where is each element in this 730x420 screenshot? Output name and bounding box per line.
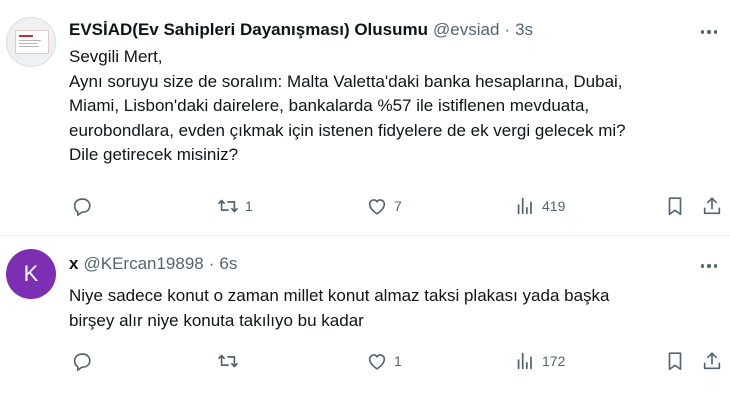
views-count: 172 — [542, 353, 566, 369]
share-icon — [703, 352, 721, 370]
bookmark-icon — [668, 197, 682, 216]
like-button[interactable]: 1 — [366, 349, 402, 373]
reply-button[interactable] — [71, 194, 99, 218]
tweet-header: x @KErcan19898 · 6s — [69, 254, 237, 276]
tweet[interactable]: x @KErcan19898 · 6s Niye sadece konut o … — [0, 237, 730, 420]
tweet-text-line: Sevgili Mert, — [69, 47, 163, 66]
avatar-letter: K — [23, 261, 39, 286]
tweet-text-line: eurobondlara, evden çıkmak için istenen … — [69, 120, 626, 140]
views-chart-icon — [517, 352, 532, 370]
tweet-text-line: birşey alır niye konuta takılıyo bu kada… — [69, 310, 364, 330]
heart-icon — [368, 354, 386, 370]
retweet-button[interactable] — [217, 349, 245, 373]
tweet-text-line: Aynı soruyu size de soralım: Malta Valet… — [69, 71, 623, 91]
tweet-text: Sevgili Mert, Aynı soruyu size de soralı… — [69, 45, 719, 168]
like-button[interactable]: 7 — [366, 194, 402, 218]
like-count: 7 — [394, 198, 402, 214]
bookmark-button[interactable] — [664, 194, 686, 218]
tweet-text-line: Miami, Lisbon'daki dairelere, bankalarda… — [69, 96, 590, 115]
retweet-button[interactable]: 1 — [217, 194, 253, 218]
reply-icon — [73, 198, 91, 216]
separator-dot: · — [208, 254, 215, 273]
retweet-count: 1 — [245, 198, 253, 214]
views-button[interactable]: 172 — [514, 349, 565, 373]
tweet[interactable]: EVSİAD(Ev Sahipleri Dayanışması) Olusumu… — [0, 0, 730, 236]
timestamp[interactable]: 6s — [219, 254, 237, 274]
views-chart-icon — [517, 197, 532, 215]
reply-icon — [73, 353, 91, 371]
share-button[interactable] — [701, 194, 723, 218]
share-button[interactable] — [701, 349, 723, 373]
avatar[interactable] — [6, 17, 56, 67]
retweet-icon — [218, 199, 238, 213]
user-handle[interactable]: @KErcan19898 — [83, 254, 203, 274]
tweet-actions: 1 172 — [69, 349, 723, 373]
avatar-card-image — [15, 30, 49, 54]
like-count: 1 — [394, 353, 402, 369]
tweet-header: EVSİAD(Ev Sahipleri Dayanışması) Olusumu… — [69, 20, 533, 42]
tweet-text-line: Dile getirecek misiniz? — [69, 145, 239, 164]
share-icon — [703, 197, 721, 215]
bookmark-icon — [668, 352, 682, 371]
display-name[interactable]: x — [69, 254, 78, 274]
tweet-text-line: Niye sadece konut o zaman millet konut a… — [69, 286, 610, 305]
tweet-text: Niye sadece konut o zaman millet konut a… — [69, 284, 719, 333]
more-dots-icon[interactable] — [698, 21, 720, 43]
timestamp[interactable]: 3s — [515, 20, 533, 40]
heart-icon — [368, 199, 386, 215]
user-handle[interactable]: @evsiad — [433, 20, 499, 40]
views-button[interactable]: 419 — [514, 194, 565, 218]
retweet-icon — [218, 354, 238, 368]
display-name[interactable]: EVSİAD(Ev Sahipleri Dayanışması) Olusumu — [69, 20, 428, 40]
reply-button[interactable] — [71, 349, 99, 373]
separator-dot: · — [504, 20, 511, 39]
avatar[interactable]: K — [6, 249, 56, 299]
more-dots-icon[interactable] — [698, 255, 720, 277]
views-count: 419 — [542, 198, 566, 214]
tweet-actions: 1 7 419 — [69, 194, 723, 218]
bookmark-button[interactable] — [664, 349, 686, 373]
